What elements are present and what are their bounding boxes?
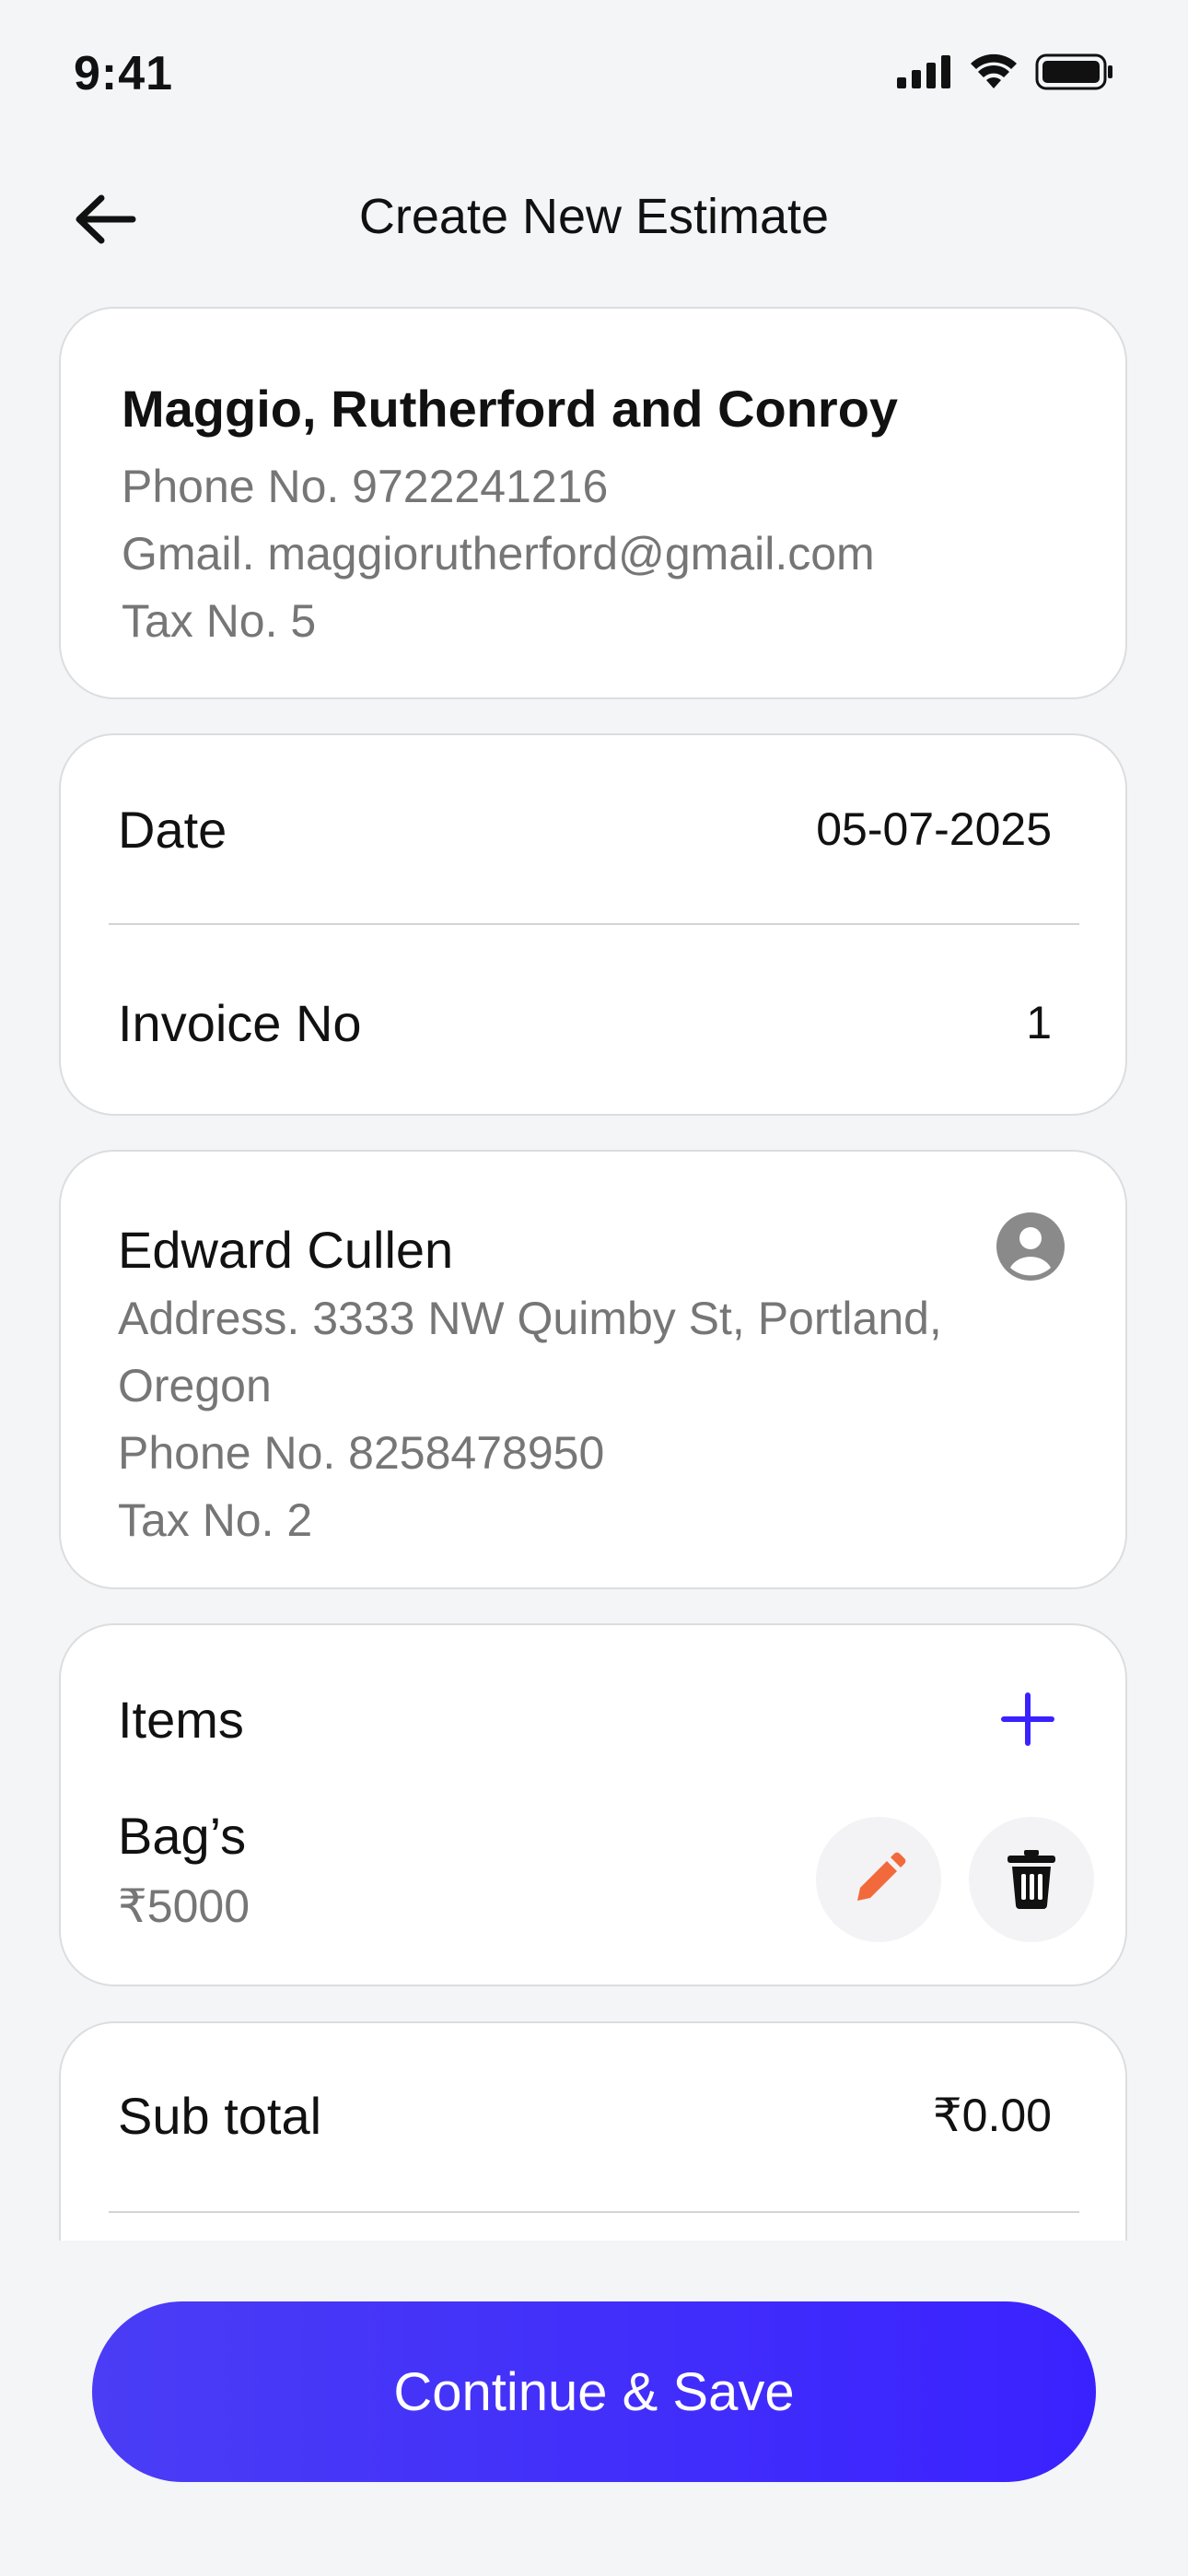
signal-icon xyxy=(897,55,950,88)
status-icons xyxy=(897,53,1114,90)
invoice-no-row[interactable]: Invoice No 1 xyxy=(118,986,1052,1060)
invoice-no-label: Invoice No xyxy=(118,993,362,1052)
add-item-button[interactable] xyxy=(995,1686,1061,1752)
continue-save-button[interactable]: Continue & Save xyxy=(92,2301,1096,2482)
page-title: Create New Estimate xyxy=(358,189,830,244)
header: Create New Estimate xyxy=(0,166,1188,267)
date-row[interactable]: Date 05-07-2025 xyxy=(118,792,1052,866)
plus-icon xyxy=(1001,1692,1054,1746)
client-card[interactable]: Edward Cullen Address. 3333 NW Quimby St… xyxy=(59,1150,1127,1589)
item-name: Bag’s xyxy=(118,1807,247,1865)
trash-icon xyxy=(1007,1850,1055,1909)
subtotal-label: Sub total xyxy=(118,2086,322,2145)
user-avatar-icon xyxy=(996,1212,1065,1281)
client-tax: Tax No. 2 xyxy=(118,1494,313,1546)
edit-item-button[interactable] xyxy=(816,1817,941,1942)
wifi-icon xyxy=(971,53,1017,88)
invoice-meta-card: Date 05-07-2025 Invoice No 1 xyxy=(59,733,1127,1116)
items-title: Items xyxy=(118,1691,244,1749)
company-name: Maggio, Rutherford and Conroy xyxy=(122,380,899,438)
company-card[interactable]: Maggio, Rutherford and Conroy Phone No. … xyxy=(59,307,1127,699)
item-price: ₹5000 xyxy=(118,1880,250,1932)
client-phone: Phone No. 8258478950 xyxy=(118,1427,605,1479)
delete-item-button[interactable] xyxy=(969,1817,1094,1942)
company-tax: Tax No. 5 xyxy=(122,595,317,647)
date-value: 05-07-2025 xyxy=(816,803,1052,855)
date-label: Date xyxy=(118,800,227,859)
items-card: Items Bag’s ₹5000 xyxy=(59,1623,1127,1986)
divider xyxy=(109,2211,1079,2213)
client-address-line2: Oregon xyxy=(118,1360,272,1411)
divider xyxy=(109,923,1079,925)
status-time: 9:41 xyxy=(74,47,174,100)
invoice-no-value: 1 xyxy=(1026,997,1052,1048)
client-address-line1: Address. 3333 NW Quimby St, Portland, xyxy=(118,1293,942,1344)
pencil-icon xyxy=(857,1852,906,1901)
company-gmail: Gmail. maggiorutherford@gmail.com xyxy=(122,528,875,580)
select-client-button[interactable] xyxy=(996,1212,1065,1281)
company-phone: Phone No. 9722241216 xyxy=(122,461,609,512)
subtotal-value: ₹0.00 xyxy=(932,2090,1052,2141)
subtotal-row: Sub total ₹0.00 xyxy=(118,2078,1052,2152)
battery-icon xyxy=(1035,53,1112,90)
client-name: Edward Cullen xyxy=(118,1221,454,1279)
status-bar: 9:41 xyxy=(0,0,1188,147)
